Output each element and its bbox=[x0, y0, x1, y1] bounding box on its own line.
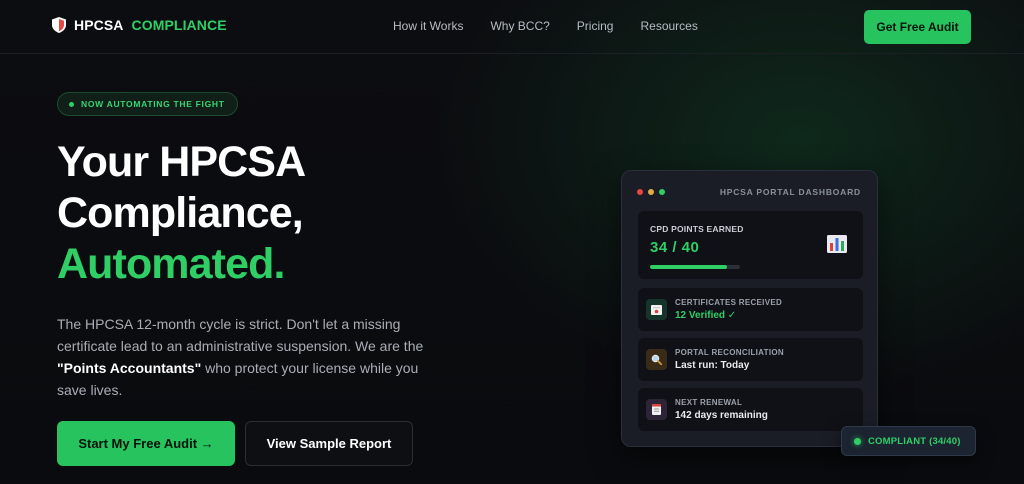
row-label: PORTAL RECONCILIATION bbox=[675, 348, 784, 357]
window-dot-green bbox=[659, 189, 665, 195]
status-dot bbox=[854, 437, 861, 445]
lede-strong: "Points Accountants" bbox=[57, 360, 202, 376]
row-label: CERTIFICATES RECEIVED bbox=[675, 298, 783, 307]
cpd-value: 34 / 40 bbox=[650, 239, 700, 256]
compliant-status-badge: COMPLIANT (34/40) bbox=[841, 426, 976, 456]
nav-link-how-it-works[interactable]: How it Works bbox=[393, 19, 463, 33]
window-dots bbox=[637, 189, 665, 195]
cpd-progress-bar bbox=[650, 265, 740, 269]
document-icon bbox=[652, 404, 661, 415]
window-dot-yellow bbox=[648, 189, 654, 195]
headline-line-3: Automated. bbox=[57, 240, 285, 288]
nav-link-resources[interactable]: Resources bbox=[640, 19, 697, 33]
status-row-reconciliation: PORTAL RECONCILIATION Last run: Today bbox=[638, 338, 863, 381]
hero-headline: Your HPCSA Compliance, Automated. bbox=[57, 137, 477, 290]
pill-text: NOW AUTOMATING THE FIGHT bbox=[81, 99, 225, 109]
magnifier-icon bbox=[651, 354, 662, 365]
row-value: Last run: Today bbox=[675, 360, 750, 371]
status-row-certificates: CERTIFICATES RECEIVED 12 Verified ✓ bbox=[638, 288, 863, 331]
nav-links: How it Works Why BCC? Pricing Resources bbox=[393, 19, 698, 33]
cpd-label: CPD POINTS EARNED bbox=[650, 224, 744, 234]
shield-icon bbox=[52, 17, 66, 33]
pill-dot bbox=[69, 101, 74, 107]
row-icon-wrap bbox=[646, 299, 667, 320]
row-label: NEXT RENEWAL bbox=[675, 398, 743, 407]
nav-link-why-bcc[interactable]: Why BCC? bbox=[490, 19, 549, 33]
hero-buttons: Start My Free Audit → View Sample Report bbox=[57, 421, 413, 466]
lede-start: The HPCSA 12-month cycle is strict. Don'… bbox=[57, 316, 424, 354]
portal-dashboard-card: HPCSA PORTAL DASHBOARD CPD POINTS EARNED… bbox=[621, 170, 878, 447]
brand-name: HPCSA bbox=[74, 17, 124, 33]
cpd-points-panel: CPD POINTS EARNED 34 / 40 bbox=[638, 211, 863, 279]
hero-description: The HPCSA 12-month cycle is strict. Don'… bbox=[57, 313, 447, 401]
certificate-icon bbox=[651, 304, 662, 315]
row-icon-wrap bbox=[646, 349, 667, 370]
hero-section: NOW AUTOMATING THE FIGHT Your HPCSA Comp… bbox=[57, 92, 477, 401]
logo[interactable]: HPCSA COMPLIANCE bbox=[52, 17, 227, 33]
badge-text: COMPLIANT (34/40) bbox=[868, 435, 961, 447]
row-icon-wrap bbox=[646, 399, 667, 420]
dashboard-title: HPCSA PORTAL DASHBOARD bbox=[719, 187, 861, 197]
headline-line-2: Compliance, bbox=[57, 189, 304, 237]
nav-link-pricing[interactable]: Pricing bbox=[577, 19, 614, 33]
cpd-progress-fill bbox=[650, 265, 727, 269]
announcement-pill: NOW AUTOMATING THE FIGHT bbox=[57, 92, 238, 116]
window-dot-red bbox=[637, 189, 643, 195]
bar-chart-icon bbox=[827, 235, 847, 253]
view-sample-report-button[interactable]: View Sample Report bbox=[245, 421, 413, 466]
start-free-audit-button[interactable]: Start My Free Audit → bbox=[57, 421, 235, 466]
status-row-renewal: NEXT RENEWAL 142 days remaining bbox=[638, 388, 863, 431]
row-value: 12 Verified ✓ bbox=[675, 310, 737, 321]
brand-accent: COMPLIANCE bbox=[131, 17, 227, 33]
row-value: 142 days remaining bbox=[675, 410, 768, 421]
top-nav: HPCSA COMPLIANCE How it Works Why BCC? P… bbox=[0, 0, 1024, 54]
get-free-audit-button[interactable]: Get Free Audit bbox=[864, 10, 971, 44]
headline-line-1: Your HPCSA bbox=[57, 138, 306, 186]
